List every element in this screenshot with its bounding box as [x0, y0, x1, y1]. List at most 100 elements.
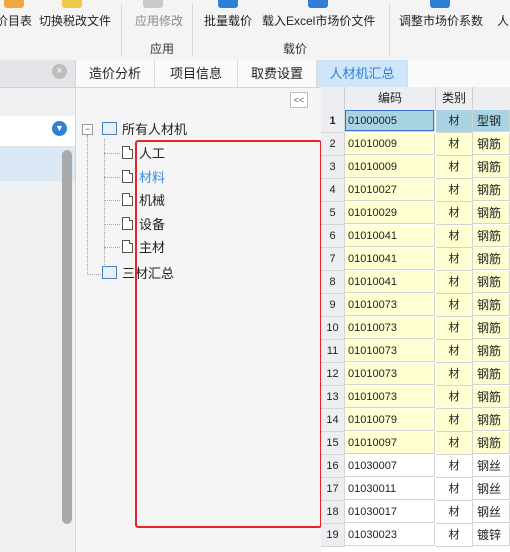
cell-code[interactable]: 01010079 [345, 409, 435, 431]
row-number[interactable]: 7 [321, 248, 345, 271]
tree-collapse-toggle[interactable]: − [82, 124, 93, 135]
table-row[interactable]: 9 01010073 材钢筋 [321, 294, 510, 317]
batch-price-button[interactable]: 批量载价 [204, 12, 252, 29]
cell-category[interactable]: 材 [436, 294, 473, 317]
tab-labor-material-machine-summary[interactable]: 人材机汇总 [317, 60, 408, 87]
row-number[interactable]: 17 [321, 478, 345, 501]
column-header-code[interactable]: 编码 [345, 87, 436, 111]
row-number[interactable]: 18 [321, 501, 345, 524]
cell-code[interactable]: 01030023 [345, 524, 435, 546]
cell-code[interactable]: 01010041 [345, 225, 435, 247]
table-row[interactable]: 13 01010073 材钢筋 [321, 386, 510, 409]
table-row[interactable]: 19 01030023 材镀锌 [321, 524, 510, 547]
close-icon[interactable]: × [52, 64, 67, 79]
tree-item-all[interactable]: 所有人材机 [102, 120, 187, 140]
collapse-panel-button[interactable]: << [290, 92, 308, 108]
cell-code[interactable]: 01000005 [345, 110, 435, 132]
cell-name[interactable]: 钢筋 [473, 271, 510, 293]
adjust-coeff-button[interactable]: 调整市场价系数 [399, 12, 483, 29]
cell-category[interactable]: 材 [436, 340, 473, 363]
row-number[interactable]: 8 [321, 271, 345, 294]
cell-category[interactable]: 材 [436, 225, 473, 248]
cell-category[interactable]: 材 [436, 524, 473, 547]
table-row[interactable]: 8 01010041 材钢筋 [321, 271, 510, 294]
cell-name[interactable]: 镀锌 [473, 524, 510, 546]
cell-code[interactable]: 01010009 [345, 133, 435, 155]
cell-category[interactable]: 材 [436, 386, 473, 409]
chevron-down-icon[interactable]: ▼ [52, 121, 67, 136]
cell-name[interactable]: 钢筋 [473, 156, 510, 178]
row-number[interactable]: 5 [321, 202, 345, 225]
cell-category[interactable]: 材 [436, 432, 473, 455]
row-number[interactable]: 3 [321, 156, 345, 179]
row-number[interactable]: 2 [321, 133, 345, 156]
load-excel-button[interactable]: 载入Excel市场价文件 [262, 12, 375, 29]
table-row[interactable]: 17 01030011 材钢丝 [321, 478, 510, 501]
table-row[interactable]: 10 01010073 材钢筋 [321, 317, 510, 340]
cell-name[interactable]: 钢筋 [473, 386, 510, 408]
row-number[interactable]: 10 [321, 317, 345, 340]
cell-code[interactable]: 01010029 [345, 202, 435, 224]
row-number[interactable]: 14 [321, 409, 345, 432]
cell-name[interactable]: 钢筋 [473, 133, 510, 155]
cell-category[interactable]: 材 [436, 455, 473, 478]
cell-category[interactable]: 材 [436, 179, 473, 202]
table-row[interactable]: 11 01010073 材钢筋 [321, 340, 510, 363]
cell-code[interactable]: 01010073 [345, 340, 435, 362]
cell-category[interactable]: 材 [436, 271, 473, 294]
cell-code[interactable]: 01010073 [345, 294, 435, 316]
vertical-scrollbar[interactable] [62, 150, 72, 524]
cell-name[interactable]: 钢筋 [473, 294, 510, 316]
cell-category[interactable]: 材 [436, 133, 473, 156]
row-number[interactable]: 15 [321, 432, 345, 455]
cell-code[interactable]: 01010073 [345, 363, 435, 385]
table-row[interactable]: 15 01010097 材钢筋 [321, 432, 510, 455]
tab-cost-analysis[interactable]: 造价分析 [76, 60, 155, 87]
apply-changes-button[interactable]: 应用修改 [135, 12, 183, 29]
column-header-name[interactable] [473, 87, 510, 111]
cell-code[interactable]: 01010097 [345, 432, 435, 454]
cell-code[interactable]: 01010073 [345, 386, 435, 408]
cell-code[interactable]: 01010073 [345, 317, 435, 339]
cell-code[interactable]: 01030017 [345, 501, 435, 523]
row-number[interactable]: 12 [321, 363, 345, 386]
cell-category[interactable]: 材 [436, 156, 473, 179]
cell-code[interactable]: 01030007 [345, 455, 435, 477]
cell-name[interactable]: 钢筋 [473, 363, 510, 385]
table-row[interactable]: 14 01010079 材钢筋 [321, 409, 510, 432]
cell-name[interactable]: 钢筋 [473, 340, 510, 362]
cell-name[interactable]: 钢丝 [473, 478, 510, 500]
cell-code[interactable]: 01010041 [345, 271, 435, 293]
cell-name[interactable]: 钢筋 [473, 432, 510, 454]
cell-name[interactable]: 钢筋 [473, 409, 510, 431]
cell-name[interactable]: 钢筋 [473, 248, 510, 270]
table-row[interactable]: 18 01030017 材钢丝 [321, 501, 510, 524]
cell-code[interactable]: 01010009 [345, 156, 435, 178]
cell-category[interactable]: 材 [436, 501, 473, 524]
cell-category[interactable]: 材 [436, 248, 473, 271]
row-number[interactable]: 16 [321, 455, 345, 478]
table-row[interactable]: 6 01010041 材钢筋 [321, 225, 510, 248]
cell-category[interactable]: 材 [436, 363, 473, 386]
cell-name[interactable]: 型钢 [473, 110, 510, 132]
cell-category[interactable]: 材 [436, 202, 473, 225]
cell-category[interactable]: 材 [436, 110, 473, 133]
cell-category[interactable]: 材 [436, 478, 473, 501]
cell-code[interactable]: 01030011 [345, 478, 435, 500]
price-table-button[interactable]: 价目表 [0, 12, 32, 29]
table-row[interactable]: 5 01010029 材钢筋 [321, 202, 510, 225]
table-row[interactable]: 4 01010027 材钢筋 [321, 179, 510, 202]
column-header-category[interactable]: 类别 [436, 87, 473, 111]
cell-category[interactable]: 材 [436, 409, 473, 432]
table-row[interactable]: 1 01000005 材型钢 [321, 110, 510, 133]
row-number[interactable]: 6 [321, 225, 345, 248]
more-button[interactable]: 人 [497, 12, 509, 29]
switch-tax-button[interactable]: 切换税改文件 [39, 12, 111, 29]
cell-name[interactable]: 钢丝 [473, 501, 510, 523]
cell-name[interactable]: 钢筋 [473, 179, 510, 201]
table-row[interactable]: 12 01010073 材钢筋 [321, 363, 510, 386]
table-row[interactable]: 3 01010009 材钢筋 [321, 156, 510, 179]
cell-name[interactable]: 钢筋 [473, 202, 510, 224]
cell-category[interactable]: 材 [436, 317, 473, 340]
tab-fee-settings[interactable]: 取费设置 [238, 60, 317, 87]
